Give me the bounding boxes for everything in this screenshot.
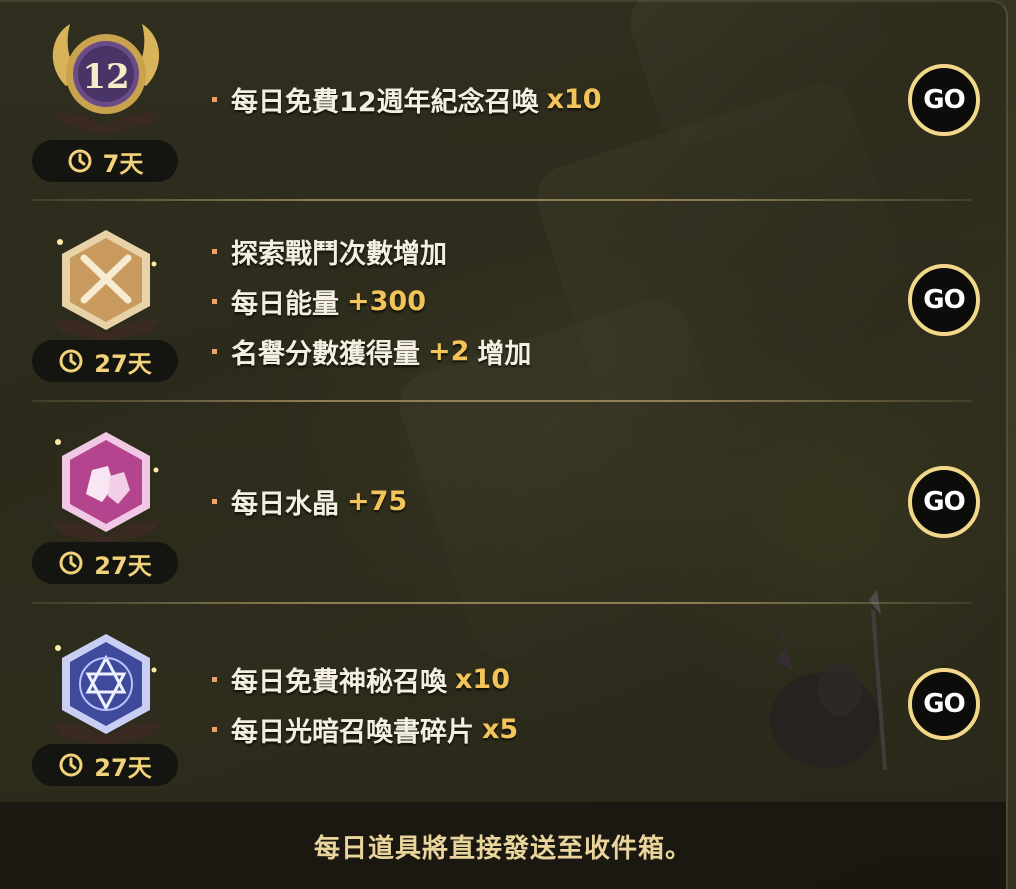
bullet-icon <box>212 726 217 732</box>
clock-icon <box>59 753 83 777</box>
go-button[interactable]: GO <box>908 64 980 136</box>
anniversary-12-badge-icon: 12 <box>36 16 176 136</box>
crystal-badge-icon <box>36 426 176 546</box>
bullet-icon <box>212 676 217 682</box>
go-button[interactable]: GO <box>908 668 980 740</box>
reward-text: 名譽分數獲得量 <box>231 338 420 370</box>
badge-number: 12 <box>82 57 129 97</box>
duration-timer: 27天 <box>32 542 178 584</box>
reward-details: 每日水晶 +75 <box>212 476 407 526</box>
mystic-star-badge-icon <box>36 628 176 748</box>
reward-line: 每日光暗召喚書碎片 x5 <box>212 704 518 754</box>
crossed-swords-badge-icon <box>36 224 176 344</box>
bullet-icon <box>212 96 217 102</box>
reward-text: 每日免費12週年紀念召喚 <box>231 86 539 118</box>
bullet-icon <box>212 248 217 254</box>
reward-details: 探索戰鬥次數增加 每日能量 +300 名譽分數獲得量 +2 增加 <box>212 226 531 376</box>
days-remaining: 27天 <box>94 753 152 782</box>
reward-amount: x5 <box>482 713 519 745</box>
reward-amount: +75 <box>347 485 408 517</box>
reward-row: 12 7天 每日免費12週年紀念召喚 x10 GO <box>0 2 1006 202</box>
event-scene: 12 7天 每日免費12週年紀念召喚 x10 GO 27天 探索戰鬥次數增加 每… <box>0 0 1016 889</box>
reward-line: 每日免費12週年紀念召喚 x10 <box>212 74 602 124</box>
reward-row: 27天 每日免費神秘召喚 x10 每日光暗召喚書碎片 x5 GO <box>0 604 1006 804</box>
reward-text: 每日免費神秘召喚 <box>231 666 447 698</box>
bullet-icon <box>212 298 217 304</box>
footer-notice: 每日道具將直接發送至收件箱。 <box>0 802 1006 889</box>
reward-line: 每日能量 +300 <box>212 276 531 326</box>
reward-text: 每日能量 <box>231 288 339 320</box>
days-remaining: 27天 <box>94 349 152 378</box>
reward-line: 每日水晶 +75 <box>212 476 407 526</box>
reward-amount: x10 <box>546 83 602 115</box>
reward-suffix: 增加 <box>477 338 532 370</box>
reward-line: 名譽分數獲得量 +2 增加 <box>212 326 531 376</box>
clock-icon <box>59 551 83 575</box>
bullet-icon <box>212 348 217 354</box>
reward-text: 探索戰鬥次數增加 <box>231 238 447 270</box>
reward-line: 探索戰鬥次數增加 <box>212 226 531 276</box>
footer-text: 每日道具將直接發送至收件箱。 <box>313 834 692 864</box>
bullet-icon <box>212 498 217 504</box>
reward-details: 每日免費12週年紀念召喚 x10 <box>212 74 602 124</box>
reward-amount: +300 <box>347 285 426 317</box>
days-remaining: 27天 <box>94 551 152 580</box>
reward-text: 每日水晶 <box>231 488 339 520</box>
reward-amount: +2 <box>428 335 470 367</box>
duration-timer: 27天 <box>32 340 178 382</box>
clock-icon <box>68 149 92 173</box>
duration-timer: 27天 <box>32 744 178 786</box>
reward-line: 每日免費神秘召喚 x10 <box>212 654 518 704</box>
reward-text: 每日光暗召喚書碎片 <box>231 716 474 748</box>
go-button[interactable]: GO <box>908 466 980 538</box>
go-button[interactable]: GO <box>908 264 980 336</box>
reward-row: 27天 每日水晶 +75 GO <box>0 402 1006 602</box>
clock-icon <box>59 349 83 373</box>
row-divider <box>32 199 972 201</box>
duration-timer: 7天 <box>32 140 178 182</box>
reward-details: 每日免費神秘召喚 x10 每日光暗召喚書碎片 x5 <box>212 654 518 754</box>
days-remaining: 7天 <box>102 149 144 178</box>
reward-panel: 12 7天 每日免費12週年紀念召喚 x10 GO 27天 探索戰鬥次數增加 每… <box>0 0 1008 889</box>
reward-row: 27天 探索戰鬥次數增加 每日能量 +300 名譽分數獲得量 +2 增加 GO <box>0 202 1006 402</box>
reward-amount: x10 <box>455 663 510 695</box>
